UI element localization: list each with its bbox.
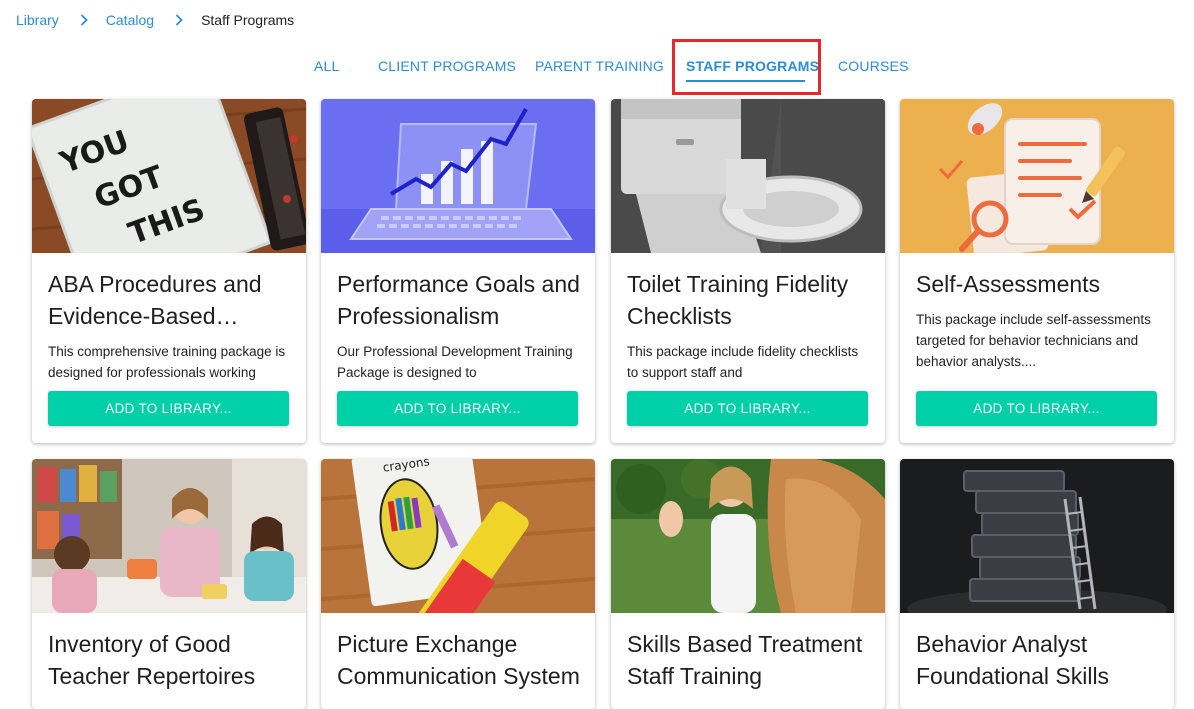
card-image-crayons: crayons (321, 459, 595, 613)
card-image-high-five (611, 459, 885, 613)
chevron-right-icon (174, 11, 184, 29)
card-image-documents (900, 99, 1174, 253)
add-to-library-button[interactable]: ADD TO LIBRARY... (627, 391, 868, 426)
tab-all[interactable]: ALL (314, 58, 340, 74)
card-description: This package include self-assessments ta… (916, 312, 1151, 369)
chevron-right-icon (79, 11, 89, 29)
breadcrumb-library[interactable]: Library (16, 12, 59, 28)
card-image-laptop-chart (321, 99, 595, 253)
card-title: Skills Based Treatment Staff Training (627, 631, 863, 689)
card-description: Our Professional Development Training Pa… (337, 344, 573, 380)
card-image-book-stack (900, 459, 1174, 613)
program-card[interactable]: YOU GOT THIS ABA Procedures and Evidence… (32, 99, 306, 443)
highlight-annotation-box (672, 39, 821, 95)
add-to-library-button[interactable]: ADD TO LIBRARY... (337, 391, 578, 426)
breadcrumb-catalog[interactable]: Catalog (106, 12, 154, 28)
add-to-library-button[interactable]: ADD TO LIBRARY... (48, 391, 289, 426)
tab-parent-training[interactable]: PARENT TRAINING (535, 58, 664, 74)
program-card[interactable]: crayons Picture Exchange Communication S… (321, 459, 595, 709)
breadcrumb-current: Staff Programs (201, 12, 295, 28)
card-title: ABA Procedures and Evidence-Based Practi… (48, 271, 262, 329)
breadcrumb: Library Catalog Staff Programs (16, 11, 294, 29)
catalog-tabs: ALL CLIENT PROGRAMS PARENT TRAINING STAF… (0, 38, 1194, 95)
program-card[interactable]: Behavior Analyst Foundational Skills (900, 459, 1174, 709)
card-title: Toilet Training Fidelity Checklists (627, 271, 849, 329)
program-card[interactable]: Skills Based Treatment Staff Training (611, 459, 885, 709)
card-title: Behavior Analyst Foundational Skills (916, 631, 1110, 689)
card-image-lightbox: YOU GOT THIS (32, 99, 306, 253)
card-title: Inventory of Good Teacher Repertoires (48, 631, 256, 689)
add-to-library-button[interactable]: ADD TO LIBRARY... (916, 391, 1157, 426)
program-card[interactable]: Toilet Training Fidelity Checklists This… (611, 99, 885, 443)
card-description: This package include fidelity checklists… (627, 344, 859, 380)
program-card[interactable]: Inventory of Good Teacher Repertoires (32, 459, 306, 709)
program-card[interactable]: Self-Assessments This package include se… (900, 99, 1174, 443)
card-description: This comprehensive training package is d… (48, 344, 286, 380)
tab-client-programs[interactable]: CLIENT PROGRAMS (378, 58, 516, 74)
card-image-toilet (611, 99, 885, 253)
card-image-classroom (32, 459, 306, 613)
card-title: Self-Assessments (916, 271, 1101, 297)
program-card[interactable]: Performance Goals and Professionalism Ou… (321, 99, 595, 443)
card-title: Performance Goals and Professionalism (337, 271, 580, 329)
card-title: Picture Exchange Communication System (337, 631, 580, 689)
tab-courses[interactable]: COURSES (838, 58, 909, 74)
